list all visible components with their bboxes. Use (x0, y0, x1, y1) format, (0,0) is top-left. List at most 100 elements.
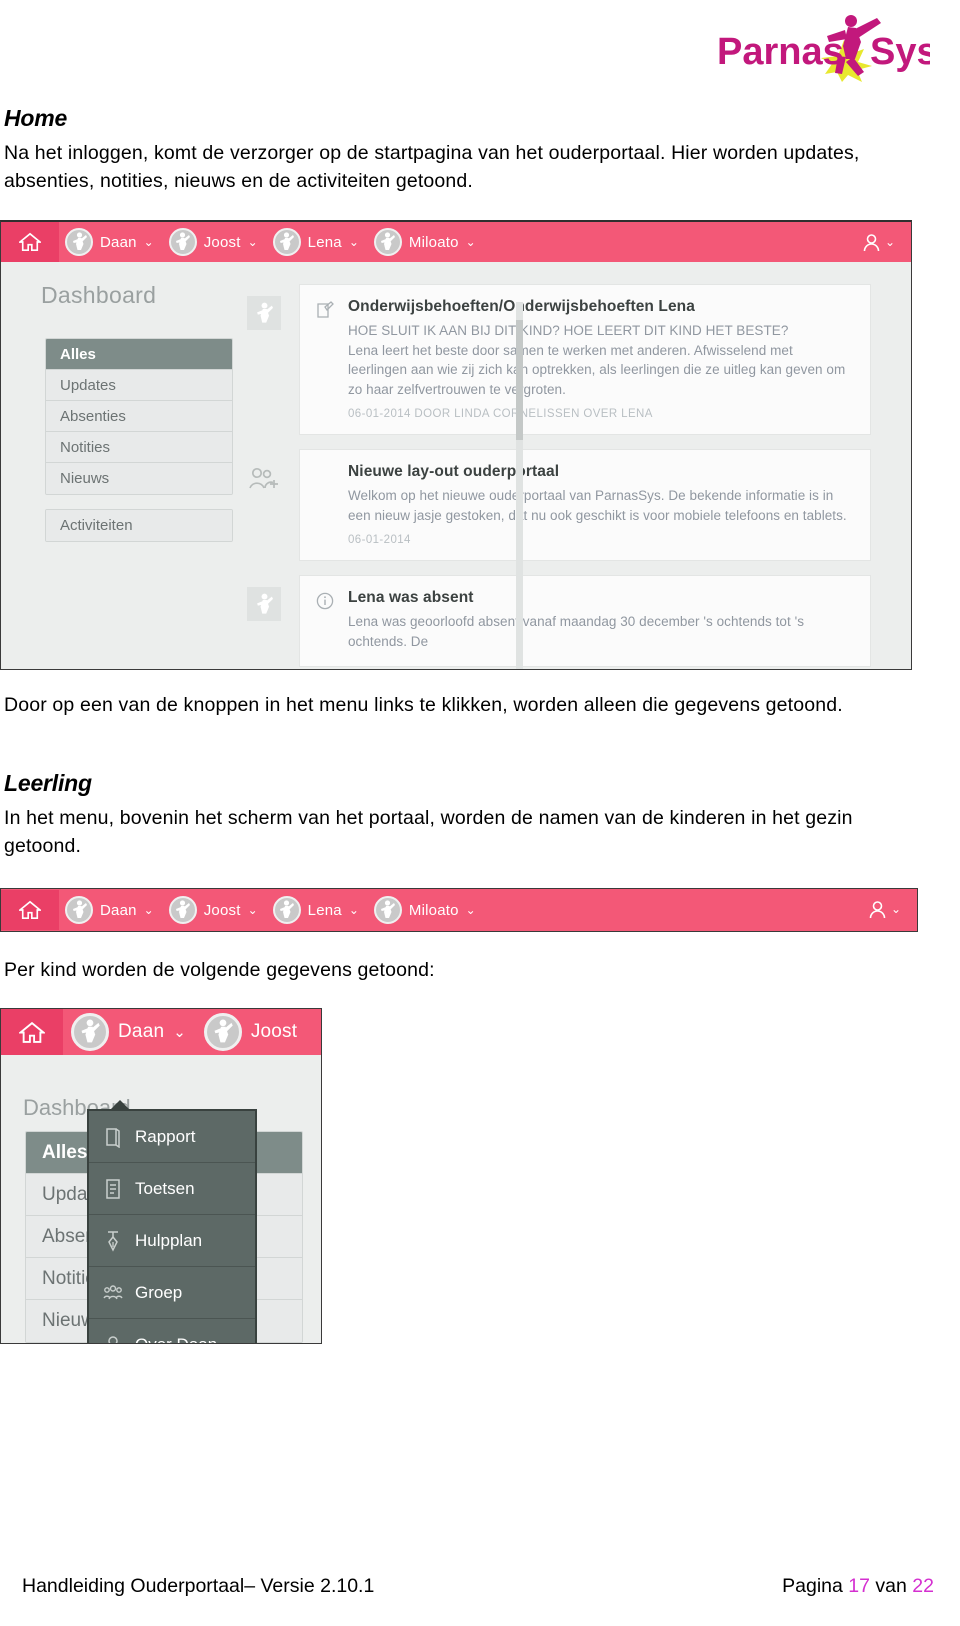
dropdown-item-label: Groep (135, 1282, 183, 1302)
heading-leerling: Leerling (4, 770, 92, 796)
dropdown-item-label: Hulpplan (135, 1230, 203, 1250)
nav-child-label: Lena (307, 233, 342, 251)
feed-card[interactable]: Onderwijsbehoeften/Onderwijsbehoeften Le… (299, 284, 871, 436)
nav-child-daan[interactable]: Daan ⌄ (63, 1009, 196, 1055)
dropdown-item-groep[interactable]: Groep (89, 1267, 255, 1319)
dropdown-item-hulpplan[interactable]: Hulpplan (89, 1215, 255, 1267)
dropdown-item-over-daan[interactable]: Over Daan (89, 1319, 255, 1343)
heading-home: Home (4, 105, 68, 131)
sidebar-item-alles[interactable]: Alles (46, 339, 232, 370)
info-circle-icon (316, 589, 336, 651)
feed-item-lena-absent: Lena was absent Lena was geoorloofd abse… (243, 575, 871, 667)
footer-pagina-label: Pagina (782, 1575, 843, 1597)
chevron-down-icon: ⌄ (465, 235, 476, 249)
dropdown-item-label: Toetsen (135, 1178, 195, 1198)
feed-card-title: Nieuwe lay-out ouderportaal (348, 463, 560, 481)
home-icon (19, 900, 41, 919)
footer-pagination: Pagina 17 van 22 (782, 1575, 934, 1598)
dropdown-pointer (109, 1100, 131, 1111)
feed-item-avatar-slot (243, 449, 285, 561)
feed-card-body-line1: Welkom op het nieuwe ouderportaal van Pa… (348, 488, 847, 523)
nav-child-joost[interactable]: Joost ⌄ (163, 222, 267, 262)
document-page: Parnas Sys Home Na het inloggen, komt de… (0, 0, 960, 1626)
feed-card-body-line1: Lena was geoorloofd absent vanaf maandag… (348, 614, 805, 649)
child-avatar-icon (247, 296, 281, 330)
nav-child-label: Miloato (408, 901, 459, 919)
feed-card[interactable]: Lena was absent Lena was geoorloofd abse… (299, 575, 871, 667)
feed-card-body-line1: HOE SLUIT IK AAN BIJ DIT KIND? HOE LEERT… (348, 323, 789, 338)
chevron-down-icon: ⌄ (348, 235, 359, 249)
home-icon (19, 232, 41, 251)
document-icon (106, 1178, 120, 1199)
paragraph-perkind: Per kind worden de volgende gegevens get… (4, 959, 435, 981)
feed-card-title: Onderwijsbehoeften/Onderwijsbehoeften Le… (348, 298, 695, 315)
sidebar-item-notities[interactable]: Notities (46, 432, 232, 463)
child-avatar-icon (373, 228, 402, 256)
footer-current-page: 17 (848, 1575, 870, 1597)
nav-child-miloato[interactable]: Miloato ⌄ (368, 890, 485, 930)
nav-child-label: Miloato (408, 233, 459, 251)
chevron-down-icon: ⌄ (884, 235, 895, 249)
nav-child-daan[interactable]: Daan ⌄ (59, 890, 163, 930)
child-avatar-icon (272, 896, 301, 924)
pen-icon (108, 1230, 118, 1252)
chevron-down-icon: ⌄ (465, 903, 476, 917)
child-avatar-icon (247, 587, 281, 622)
feed-item-avatar-slot (243, 284, 285, 435)
screenshot-navbar: Daan ⌄ Joost ⌄ Lena ⌄ Miloato ⌄ ⌄ (0, 888, 918, 932)
home-button[interactable] (1, 890, 59, 930)
nav-child-joost[interactable]: Joost ⌄ (163, 890, 267, 930)
dashboard-body: Alles Updates Absenties Notities Nieuws … (1, 262, 911, 669)
nav-child-label: Lena (307, 901, 342, 919)
chevron-down-icon: ⌄ (173, 1023, 186, 1041)
person-icon (108, 1336, 118, 1343)
logo-graphic: Parnas Sys (717, 15, 930, 82)
chevron-down-icon: ⌄ (143, 903, 154, 917)
chevron-down-icon: ⌄ (247, 903, 258, 917)
child-avatar-icon (168, 896, 197, 924)
child-avatar-icon (65, 896, 93, 924)
feed-card-meta: 06-01-2014 DOOR LINDA CORNELISSEN OVER L… (348, 408, 653, 421)
page-footer: Handleiding Ouderportaal– Versie 2.10.1 … (22, 1575, 934, 1598)
dropdown-item-label: Over Daan (135, 1335, 217, 1343)
chevron-down-icon: ⌄ (348, 903, 359, 917)
child-avatar-icon (71, 1013, 109, 1051)
user-account-icon (869, 900, 886, 918)
nav-child-joost[interactable]: Joost (196, 1009, 307, 1055)
paragraph-door: Door op een van de knoppen in het menu l… (4, 694, 843, 716)
dropdown-item-rapport[interactable]: Rapport (89, 1111, 255, 1163)
nav-child-label: Daan (100, 233, 137, 251)
edit-note-icon (316, 298, 336, 420)
chevron-down-icon: ⌄ (890, 902, 901, 916)
nav-child-miloato[interactable]: Miloato ⌄ (368, 222, 485, 262)
nav-child-lena[interactable]: Lena ⌄ (267, 222, 368, 262)
dashboard-title: Dashboard (41, 282, 157, 308)
nav-child-lena[interactable]: Lena ⌄ (267, 890, 368, 930)
sidebar-item-activiteiten[interactable]: Activiteiten (46, 510, 232, 541)
home-button[interactable] (1, 222, 59, 262)
screenshot-child-dropdown: Daan ⌄ Joost Dashboard Alles Updates Abs… (0, 1008, 322, 1344)
screenshot-dashboard: Daan ⌄ Joost ⌄ Lena ⌄ Miloato ⌄ ⌄ Dashbo… (0, 220, 912, 670)
paragraph-leerling: In het menu, bovenin het scherm van het … (4, 807, 853, 857)
home-button[interactable] (1, 1009, 63, 1055)
section-perkind: Per kind worden de volgende gegevens get… (4, 957, 904, 985)
footer-total-pages: 22 (912, 1575, 934, 1597)
svg-text:Sys: Sys (870, 31, 930, 73)
sidebar-item-absenties[interactable]: Absenties (46, 401, 232, 432)
sidebar-item-updates[interactable]: Updates (46, 370, 232, 401)
portal-navbar: Daan ⌄ Joost ⌄ Lena ⌄ Miloato ⌄ ⌄ (1, 222, 911, 262)
user-account-button[interactable]: ⌄ (869, 889, 901, 929)
book-icon (106, 1127, 120, 1148)
feed-card-icon-empty (316, 463, 336, 546)
user-account-button[interactable]: ⌄ (863, 222, 895, 262)
nav-child-daan[interactable]: Daan ⌄ (59, 222, 163, 262)
feed-card[interactable]: Nieuwe lay-out ouderportaal Welkom op he… (299, 449, 871, 562)
portal-navbar: Daan ⌄ Joost ⌄ Lena ⌄ Miloato ⌄ ⌄ (1, 889, 917, 931)
svg-text:Parnas: Parnas (717, 31, 844, 73)
paragraph-home: Na het inloggen, komt de verzorger op de… (4, 142, 860, 192)
sidebar-item-nieuws[interactable]: Nieuws (46, 463, 232, 494)
dropdown-item-toetsen[interactable]: Toetsen (89, 1163, 255, 1215)
child-avatar-icon (272, 228, 301, 256)
feed-scrollbar-thumb[interactable] (516, 320, 523, 440)
nav-child-label: Daan (118, 1021, 165, 1042)
